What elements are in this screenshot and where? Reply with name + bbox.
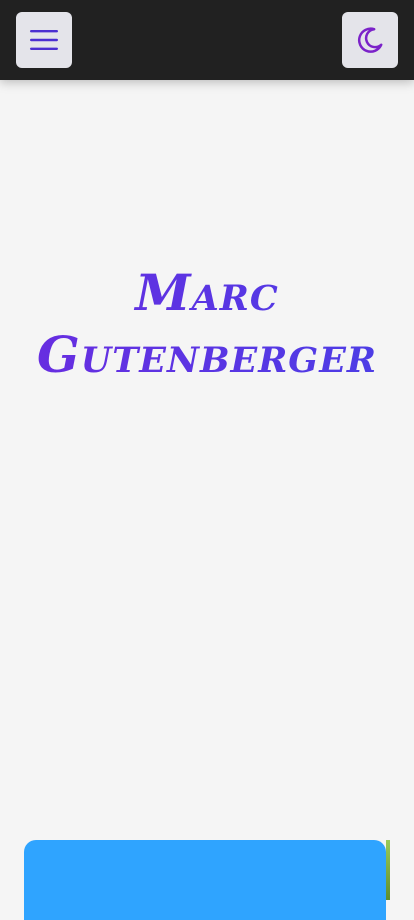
next-photo-card-edge <box>386 840 390 900</box>
moon-icon <box>357 27 383 53</box>
theme-toggle-button[interactable] <box>342 12 398 68</box>
top-navigation-bar <box>0 0 414 80</box>
hero-name-first-line: Marc <box>135 263 279 322</box>
hero-name-heading: Marc Gutenberger <box>0 262 414 386</box>
profile-photo-card <box>24 840 386 920</box>
hamburger-menu-icon <box>30 30 58 50</box>
hero-name-last-line: Gutenberger <box>37 325 377 384</box>
menu-button[interactable] <box>16 12 72 68</box>
hero-section: Marc Gutenberger <box>0 262 414 386</box>
